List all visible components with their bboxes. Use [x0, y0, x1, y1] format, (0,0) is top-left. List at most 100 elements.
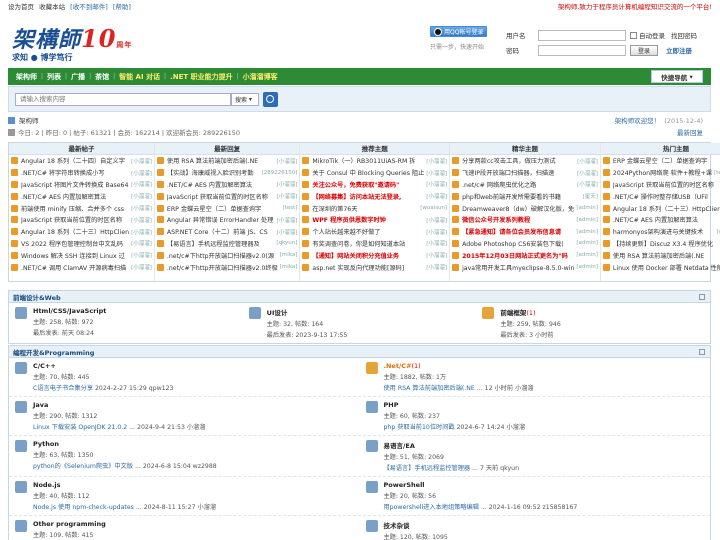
topic-author[interactable]: [小溜溜]: [426, 239, 447, 247]
link-mail-issue[interactable]: [收不到邮件]: [70, 3, 108, 11]
topic-author[interactable]: [小溜溜]: [277, 180, 298, 188]
topic-author[interactable]: [小溜溜]: [131, 169, 152, 177]
topic-item[interactable]: 2015年12月03日网站正式更名为"码 [admin]: [450, 249, 600, 261]
last-post-link[interactable]: Linux 下载安装 OpenJDK 21.0.2 ...: [33, 424, 135, 431]
nav-item-home[interactable]: 架构师: [12, 72, 41, 82]
latest-replies-link[interactable]: 最新回复: [677, 127, 703, 137]
topic-item[interactable]: .NET/C# 将字符串转换成小写 [小溜溜]: [9, 167, 154, 179]
topic-author[interactable]: [technqiang]: [714, 170, 720, 176]
forum-name[interactable]: Other programming: [33, 520, 106, 528]
topic-item[interactable]: Adobe Photoshop CS6安装包下载([admin]: [450, 238, 600, 250]
topic-item[interactable]: WPF 程序员供恩数字时钟 [小溜溜]: [300, 214, 449, 226]
forum-icon[interactable]: [15, 440, 27, 452]
topic-title[interactable]: 2015年12月03日网站正式更名为"码: [462, 251, 574, 260]
topic-author[interactable]: [小溜溜]: [131, 180, 152, 188]
search-button[interactable]: [263, 92, 278, 107]
topic-author[interactable]: [qkyun]: [276, 240, 297, 246]
topic-column-header[interactable]: 热门主题: [600, 143, 720, 155]
topic-item[interactable]: 【持续更新】Discuz X3.4 程序优化[小溜溜]: [601, 238, 720, 250]
topic-item[interactable]: php和web前端开发所需要看的书籍 [星天]: [450, 190, 600, 202]
topic-item[interactable]: .net/c# 网络爬虫优化之路 [小溜溜]: [450, 179, 600, 191]
topic-item[interactable]: 2024Python网络爬 软件+教程+课[technqiang]: [601, 167, 720, 179]
forum-icon[interactable]: [15, 362, 27, 374]
forum-icon[interactable]: [15, 307, 27, 319]
username-input[interactable]: [538, 29, 626, 41]
topic-author[interactable]: [小溜溜]: [131, 157, 152, 165]
topic-author[interactable]: [admin]: [576, 205, 598, 211]
topic-title[interactable]: 有奖调查问卷，你是如何知道本站: [312, 239, 424, 248]
topic-author[interactable]: [小溜溜]: [277, 228, 298, 236]
topic-item[interactable]: .NET/C# 调用 ClamAV 开源病毒扫描 [小溜溜]: [9, 261, 154, 273]
topic-author[interactable]: [小溜溜]: [277, 216, 298, 224]
topic-item[interactable]: 【通知】网站关闭积分充值业务 [小溜溜]: [300, 249, 449, 261]
forum-name[interactable]: Html/CSS/JavaScript: [33, 307, 106, 315]
topic-column-header[interactable]: 最新回复: [154, 143, 300, 155]
topic-author[interactable]: [小溜溜]: [426, 180, 447, 188]
topic-item[interactable]: Windows 解决 SSH 连接到 Linux 过 [小溜溜]: [9, 249, 154, 261]
topic-item[interactable]: 关于 Consul 中 Blocking Queries 阻止 [小溜溜]: [300, 167, 449, 179]
topic-item[interactable]: 个人站长越来越不好做了 [小溜溜]: [300, 226, 449, 238]
topic-item[interactable]: 【实战】海康威视入脸识别考勤 [289226150]: [155, 167, 300, 179]
topic-author[interactable]: [小溜溜]: [131, 192, 152, 200]
topic-item[interactable]: Dreamweaver8（dw）破解汉化版，免 [admin]: [450, 202, 600, 214]
forum-icon[interactable]: [15, 401, 27, 413]
nav-item-list[interactable]: 列表: [43, 72, 65, 82]
topic-title[interactable]: php和web前端开发所需要看的书籍: [462, 192, 581, 201]
nav-item-ai-chat[interactable]: 智能 AI 对话: [115, 72, 164, 82]
topic-title[interactable]: 关注公众号，免费获取"邀请码": [312, 180, 424, 189]
topic-title[interactable]: ERP 金蝶云星空（二）单据查询字: [167, 204, 281, 213]
forum-name[interactable]: Java: [33, 401, 205, 409]
topic-title[interactable]: 【通知】网站关闭积分充值业务: [312, 251, 424, 260]
forum-section-header[interactable]: 编程开发&Programming: [9, 346, 710, 358]
topic-title[interactable]: .NET/C# AES 内置加解密算法: [21, 192, 129, 201]
topic-item[interactable]: VS 2022 程序包管理控制台中文乱码 [小溜溜]: [9, 238, 154, 250]
link-set-home[interactable]: 设为首页: [8, 3, 34, 11]
topic-author[interactable]: [小溜溜]: [426, 157, 447, 165]
topic-title[interactable]: MikroTik（一）RB3011UiAS-RM 拆: [312, 156, 424, 165]
forum-name[interactable]: Python: [33, 440, 217, 448]
topic-title[interactable]: 【网络募集】访问本站无法登录,: [312, 192, 424, 201]
nav-item-broadcast[interactable]: 广播: [67, 72, 89, 82]
topic-title[interactable]: JavaScript 获取当前位置的时区名称: [167, 192, 275, 201]
topic-item[interactable]: .net/c#下http开放端口扫描器v2.0终极 [mika]: [155, 261, 300, 273]
topic-title[interactable]: harmonyos架构演进与关键技术: [613, 227, 715, 236]
topic-title[interactable]: Angular 18 系列（二十三）HttpClien: [21, 227, 129, 236]
topic-title[interactable]: Angular 18 系列（二十三）HttpClien: [613, 204, 720, 213]
forum-icon[interactable]: [365, 481, 378, 493]
topic-title[interactable]: 个人站长越来越不好做了: [312, 227, 424, 236]
topic-item[interactable]: .NET/C# 操作时整存储USB（UFil[小溜溜]: [601, 190, 720, 202]
topic-item[interactable]: 分享两款cc攻击工具，做压力测试 [小溜溜]: [450, 155, 600, 167]
topic-item[interactable]: java常用开发工具myeclipse-8.5.0-win [admin]: [450, 261, 600, 273]
forum-name[interactable]: Node.js: [33, 481, 216, 489]
topic-title[interactable]: Angular 异常错误 ErrorHandler 处理: [167, 215, 275, 224]
topic-author[interactable]: [小溜溜]: [131, 251, 152, 259]
topic-title[interactable]: 【实战】海康威视入脸识别考勤: [167, 168, 260, 177]
topic-author[interactable]: [admin]: [576, 252, 598, 258]
topic-author[interactable]: [小溜溜]: [577, 169, 598, 177]
topic-author[interactable]: [admin]: [576, 264, 598, 270]
topic-author[interactable]: [小溜溜]: [131, 239, 152, 247]
topic-title[interactable]: .net/c#下http开放端口扫描器v2.0(源: [167, 251, 278, 260]
nav-item-dotnet[interactable]: .NET 职业能力提升: [166, 72, 237, 82]
topic-author[interactable]: [小溜溜]: [426, 169, 447, 177]
topic-title[interactable]: 前端使用 minify 压缩、合并多个 css: [21, 204, 129, 213]
forum-name[interactable]: 前端框架(1): [500, 307, 560, 317]
topic-item[interactable]: 【网络募集】访问本站无法登录, [小溜溜]: [300, 190, 449, 202]
last-post-link[interactable]: php 获取当前10位时间戳: [384, 424, 455, 431]
last-post-link[interactable]: python的《Selenium爬虫》中文版: [33, 463, 133, 470]
topic-author[interactable]: [小溜溜]: [131, 204, 152, 212]
topic-title[interactable]: 关于 Consul 中 Blocking Queries 阻止: [312, 168, 424, 177]
topic-item[interactable]: ERP 金蝶云星空（二）单据查询字[test]: [601, 155, 720, 167]
topic-item[interactable]: harmonyos架构演进与关键技术[wuyuyang]: [601, 226, 720, 238]
collapse-icon[interactable]: [699, 293, 705, 300]
topic-item[interactable]: Angular 18 系列（二十四）自定义字 [小溜溜]: [9, 155, 154, 167]
topic-title[interactable]: java常用开发工具myeclipse-8.5.0-win: [462, 263, 574, 272]
topic-title[interactable]: 使用 RSA 算法前端加密后端(.NE: [167, 156, 275, 165]
last-post-link[interactable]: 【易语言】手机远程监控管理器: [384, 465, 471, 472]
forum-icon[interactable]: [15, 520, 27, 532]
nav-item-teahouse[interactable]: 茶馆: [91, 72, 113, 82]
forum-name[interactable]: C/C++: [33, 362, 174, 370]
topic-item[interactable]: 关注公众号，免费获取"邀请码" [小溜溜]: [300, 179, 449, 191]
topic-item[interactable]: 微信公众号开发系列教程 [admin]: [450, 214, 600, 226]
topic-title[interactable]: .NET/C# 调用 ClamAV 开源病毒扫描: [21, 263, 129, 272]
